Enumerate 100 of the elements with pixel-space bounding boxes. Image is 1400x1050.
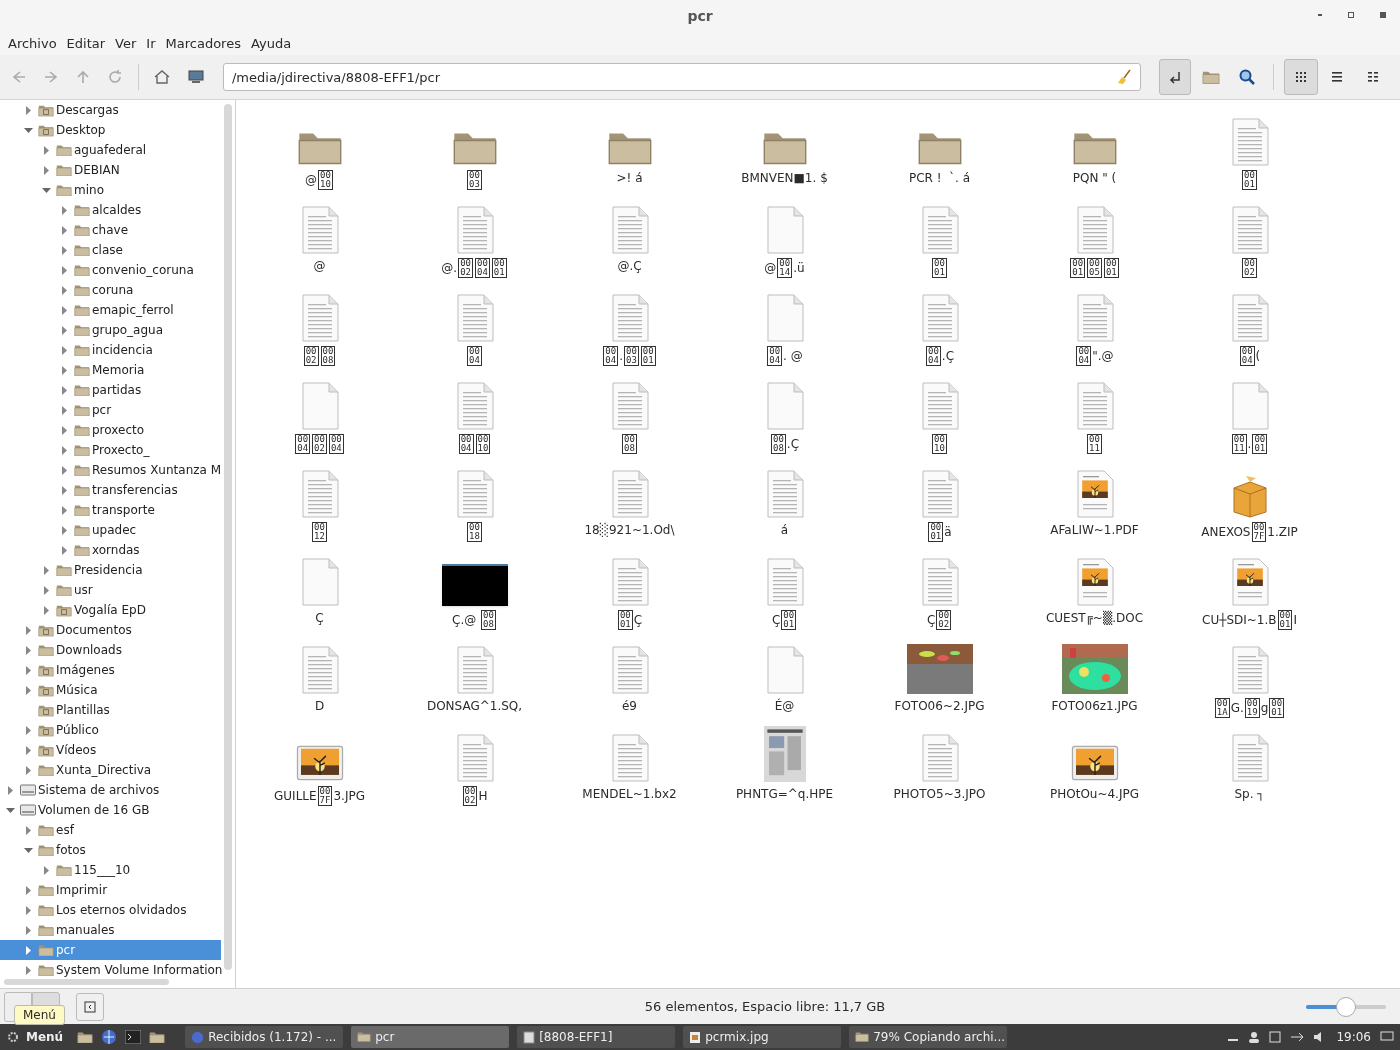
file-name: 18░921~1.Od\ bbox=[584, 522, 675, 539]
file-name: 0004 . @ bbox=[766, 346, 803, 366]
tree-label: Imágenes bbox=[56, 662, 115, 679]
file-name: á bbox=[780, 522, 789, 539]
file-name: @ bbox=[313, 258, 326, 275]
tree-label: Imprimir bbox=[56, 882, 108, 899]
tree-label: Memoria bbox=[92, 362, 145, 379]
tree-label: transporte bbox=[92, 502, 155, 519]
tree-label: Plantillas bbox=[56, 702, 110, 719]
file-name: 0003 bbox=[466, 170, 483, 190]
tree-label: Descargas bbox=[56, 102, 119, 119]
file-name: Sp. ┐ bbox=[1234, 786, 1265, 803]
file-name: 0018 bbox=[466, 522, 483, 542]
file-name: FOTO06z1.JPG bbox=[1051, 698, 1138, 715]
file-name: DONSAG^1.SQ, bbox=[426, 698, 523, 715]
file-name: É@ bbox=[774, 698, 795, 715]
tree-label: pcr bbox=[92, 402, 112, 419]
tree-label: esf bbox=[56, 822, 74, 839]
file-name: 0001 bbox=[1241, 170, 1258, 190]
file-name: 0001 bbox=[931, 258, 948, 278]
file-name: 0002 H bbox=[461, 786, 488, 806]
file-name: ANEXOS 007F 1.ZIP bbox=[1201, 522, 1298, 542]
tree-label: Proxecto_ bbox=[92, 442, 150, 459]
file-name: 0001 0005 0001 bbox=[1069, 258, 1120, 278]
file-name: @ 0010 bbox=[305, 170, 334, 190]
tree-label: clase bbox=[92, 242, 123, 259]
file-name: 0001 ä bbox=[927, 522, 952, 542]
file-name: @.Ç bbox=[617, 258, 642, 275]
file-name: Ç.@ 0008 bbox=[452, 610, 497, 630]
file-name: Ç 0002 bbox=[926, 610, 953, 630]
tree-label: Resumos Xuntanza M bbox=[92, 462, 222, 479]
tree-label: convenio_coruna bbox=[92, 262, 194, 279]
file-name: BMNVEN■1. $ bbox=[741, 170, 828, 187]
tree-label: manuales bbox=[56, 922, 115, 939]
tree-label: partidas bbox=[92, 382, 142, 399]
tree-label: DEBIAN bbox=[74, 162, 120, 179]
status-text: 56 elementos, Espacio libre: 11,7 GB bbox=[643, 997, 887, 1016]
tree-label: usr bbox=[74, 582, 93, 599]
file-name: é9 bbox=[622, 698, 637, 715]
file-name: Ç bbox=[315, 610, 324, 627]
tree-label: grupo_agua bbox=[92, 322, 164, 339]
tree-label: pcr bbox=[56, 942, 76, 959]
tree-label: Presidencia bbox=[74, 562, 143, 579]
tree-label: xorndas bbox=[92, 542, 140, 559]
tree-label: Xunta_Directiva bbox=[56, 762, 152, 779]
file-name: 0004 .Ç bbox=[924, 346, 954, 366]
file-name: >! á bbox=[616, 170, 643, 187]
tree-label: Vogalía EpD bbox=[74, 602, 146, 619]
file-name: 0004 0002 0004 bbox=[294, 434, 345, 454]
tree-label: proxecto bbox=[92, 422, 145, 439]
tree-label: Música bbox=[56, 682, 98, 699]
tree-label: Vídeos bbox=[56, 742, 97, 759]
tree-label: upadec bbox=[92, 522, 137, 539]
tree-label: mino bbox=[74, 182, 104, 199]
file-name: D bbox=[314, 698, 325, 715]
file-name: 0004 ".@ bbox=[1075, 346, 1114, 366]
tree-label: incidencia bbox=[92, 342, 153, 359]
file-name: 0004 ( bbox=[1238, 346, 1261, 366]
tree-label: alcaldes bbox=[92, 202, 142, 219]
file-name: CUEST╔~▒.DOC bbox=[1045, 610, 1144, 627]
tree-label: transferencias bbox=[92, 482, 178, 499]
clock: 19:06 bbox=[1336, 1029, 1371, 1046]
file-name: 0004 0010 bbox=[457, 434, 492, 454]
tree-label: System Volume Information bbox=[56, 962, 223, 979]
file-name: PCR ! `. á bbox=[908, 170, 971, 187]
file-name: @ 0014 .ü bbox=[764, 258, 805, 278]
file-name: 0008 bbox=[621, 434, 638, 454]
file-name: FOTO06~2.JPG bbox=[894, 698, 985, 715]
tree-label: 115___10 bbox=[74, 862, 131, 879]
file-name: 0001 Ç bbox=[616, 610, 643, 630]
tree-label: Desktop bbox=[56, 122, 106, 139]
file-name: 0011 bbox=[1086, 434, 1103, 454]
file-name: CU┼SDI~1.B 0001 I bbox=[1202, 610, 1297, 630]
tree-label: Volumen de 16 GB bbox=[38, 802, 150, 819]
tree-label: chave bbox=[92, 222, 129, 239]
tree-label: fotos bbox=[56, 842, 86, 859]
file-name: @. 0002 0004 0001 bbox=[441, 258, 508, 278]
tree-label: Downloads bbox=[56, 642, 122, 659]
file-name: 0008 .Ç bbox=[769, 434, 799, 454]
file-name: PHOtOu~4.JPG bbox=[1049, 786, 1139, 803]
file-name: 0002 0008 bbox=[302, 346, 337, 366]
file-name: AFaLIW~1.PDF bbox=[1050, 522, 1139, 539]
file-name: PQN " ( bbox=[1072, 170, 1117, 187]
file-name: 0010 bbox=[931, 434, 948, 454]
file-name: 0002 bbox=[1241, 258, 1258, 278]
file-name: MENDEL~1.bx2 bbox=[582, 786, 677, 803]
tree-label: Sistema de archivos bbox=[38, 782, 160, 799]
tree-label: coruna bbox=[92, 282, 134, 299]
file-name: 0011 . 0001 bbox=[1230, 434, 1269, 454]
tree-label: aguafederal bbox=[74, 142, 147, 159]
file-name: PHNTG=^q.HPE bbox=[735, 786, 834, 803]
window-title: pcr bbox=[687, 6, 713, 26]
tree-label: emapic_ferrol bbox=[92, 302, 174, 319]
file-name: Ç 0001 bbox=[771, 610, 798, 630]
file-name: 0004 bbox=[466, 346, 483, 366]
file-name: 0004 . 0003 0001 bbox=[602, 346, 657, 366]
tree-label: Documentos bbox=[56, 622, 132, 639]
file-name: 001A G. 0019 g 0001 bbox=[1213, 698, 1286, 718]
tree-label: Los eternos olvidados bbox=[56, 902, 187, 919]
tooltip: Menú bbox=[14, 1005, 65, 1025]
